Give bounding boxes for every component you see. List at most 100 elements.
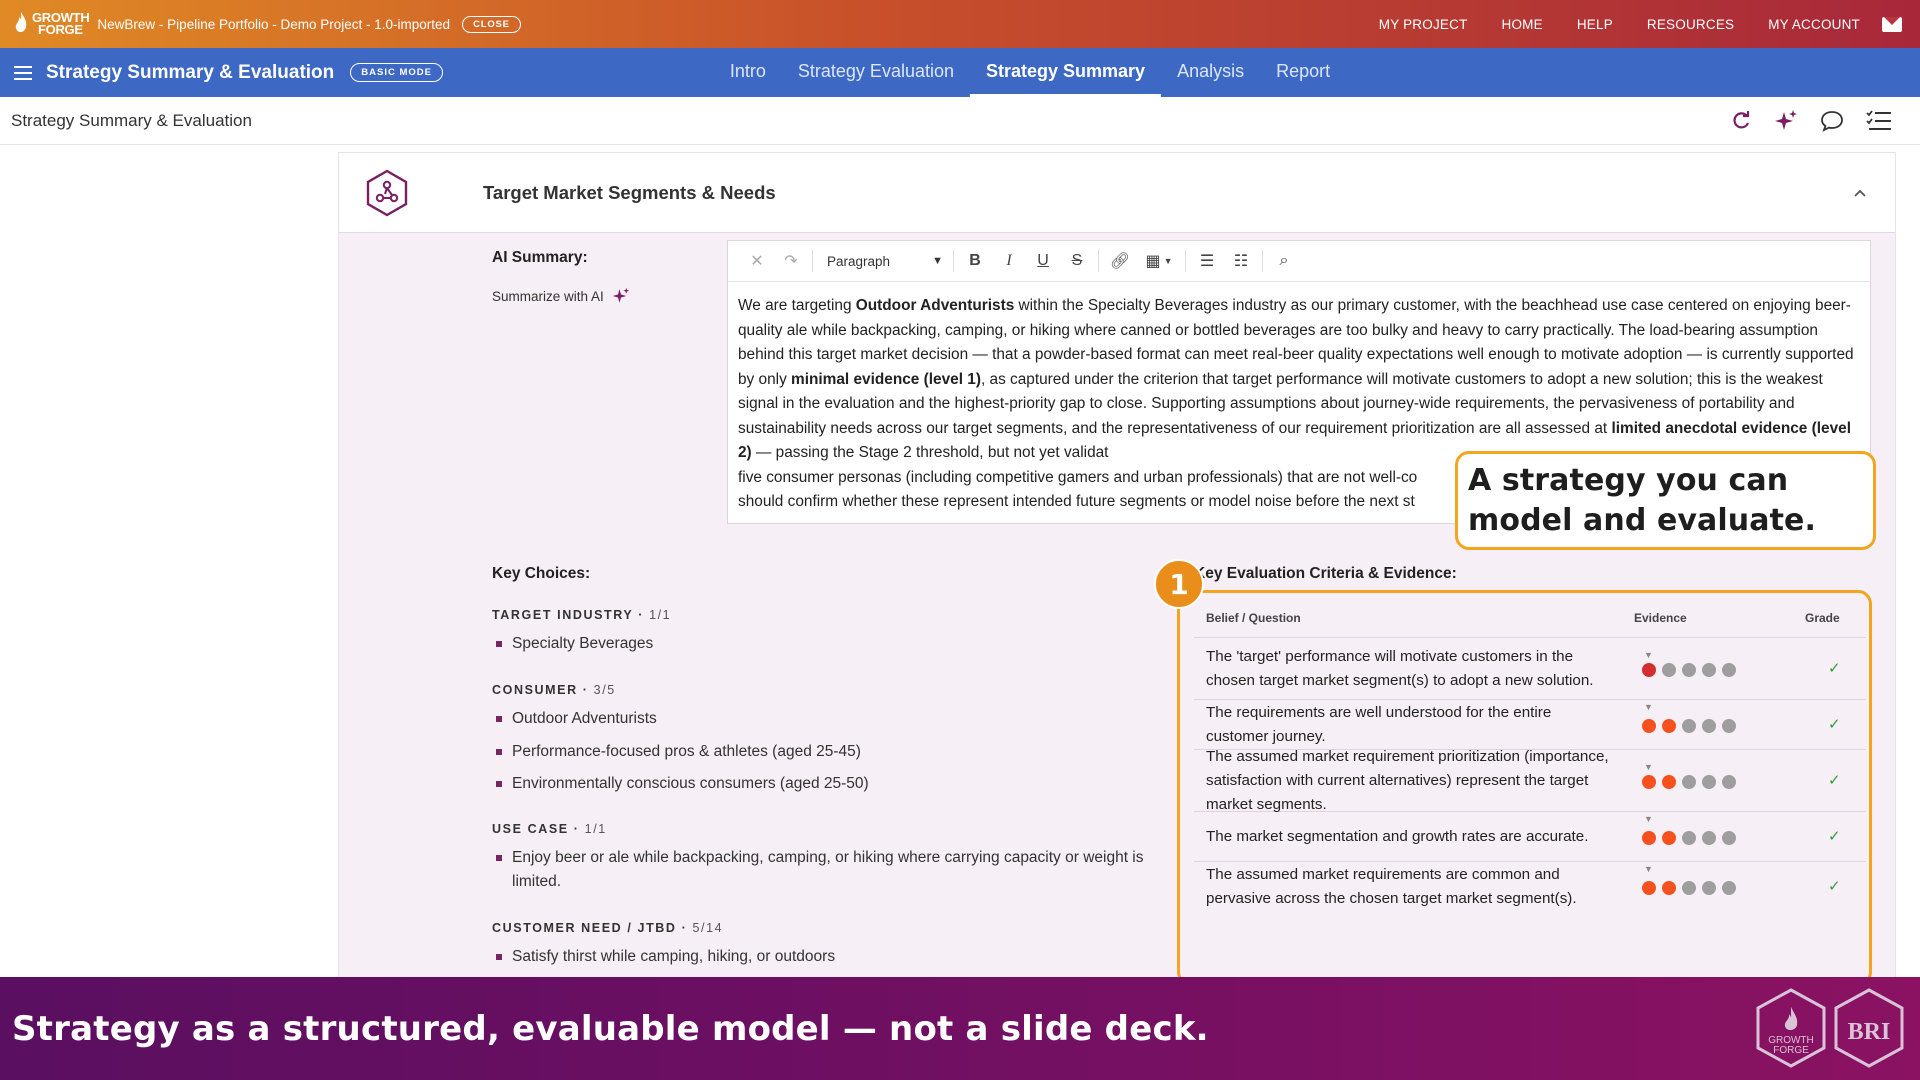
evidence-dot[interactable] — [1722, 719, 1736, 733]
summarize-with-ai-button[interactable]: Summarize with AI — [492, 287, 630, 305]
evidence-rating[interactable] — [1642, 663, 1736, 677]
segments-hex-icon — [366, 169, 408, 216]
sparkle-icon[interactable] — [1774, 109, 1798, 133]
banner-logos: GROWTH FORGE BRI — [1754, 987, 1906, 1069]
sub-header: Strategy Summary & Evaluation — [0, 97, 1920, 145]
numbered-list-icon[interactable]: ☷ — [1224, 241, 1258, 282]
evidence-dot[interactable] — [1662, 831, 1676, 845]
paragraph-select[interactable]: Paragraph ▼ — [817, 241, 949, 282]
evidence-dot[interactable] — [1722, 881, 1736, 895]
bold-icon[interactable]: B — [958, 241, 992, 282]
belief-question: The assumed market requirement prioritiz… — [1206, 747, 1609, 813]
table-row[interactable]: The market segmentation and growth rates… — [1194, 812, 1866, 862]
caret-down-icon[interactable]: ▼ — [1644, 702, 1653, 712]
evidence-dot[interactable] — [1702, 719, 1716, 733]
evidence-rating[interactable] — [1642, 881, 1736, 895]
redo-icon[interactable]: ↷ — [774, 241, 808, 282]
find-replace-icon[interactable]: ⌕ — [1267, 241, 1301, 282]
project-title: NewBrew - Pipeline Portfolio - Demo Proj… — [97, 16, 451, 32]
underline-icon[interactable]: U — [1026, 241, 1060, 282]
evidence-dot[interactable] — [1722, 831, 1736, 845]
nav-help[interactable]: HELP — [1577, 17, 1613, 32]
caret-down-icon[interactable]: ▼ — [1644, 650, 1653, 660]
chevron-up-icon[interactable] — [1853, 188, 1867, 198]
list-item-text: Enjoy beer or ale while backpacking, cam… — [512, 849, 1144, 890]
summary-text: We are targeting — [738, 297, 856, 314]
tab-intro[interactable]: Intro — [714, 48, 782, 97]
caret-down-icon[interactable]: ▼ — [1644, 814, 1653, 824]
caret-down-icon[interactable]: ▼ — [1644, 864, 1653, 874]
tab-report[interactable]: Report — [1260, 48, 1346, 97]
bottom-banner: Strategy as a structured, evaluable mode… — [0, 977, 1920, 1080]
table-row[interactable]: The 'target' performance will motivate c… — [1194, 638, 1866, 700]
menu-icon[interactable] — [14, 65, 32, 80]
evidence-dot[interactable] — [1642, 881, 1656, 895]
list-item-text: Performance-focused pros & athletes (age… — [512, 743, 861, 760]
italic-icon[interactable]: I — [992, 241, 1026, 282]
evidence-dot[interactable] — [1642, 663, 1656, 677]
evidence-rating[interactable] — [1642, 831, 1736, 845]
section-count: 5/14 — [692, 921, 724, 935]
evidence-dot[interactable] — [1722, 775, 1736, 789]
evidence-dot[interactable] — [1682, 881, 1696, 895]
header-grade: Grade — [1805, 610, 1840, 625]
table-header: Belief / Question Evidence Grade — [1194, 598, 1866, 638]
link-icon[interactable]: 🔗︎ — [1103, 241, 1137, 282]
evidence-dot[interactable] — [1662, 775, 1676, 789]
evidence-dot[interactable] — [1682, 719, 1696, 733]
growth-forge-logo[interactable]: GROWTH FORGE — [12, 0, 90, 48]
breadcrumb: Strategy Summary & Evaluation — [11, 110, 252, 130]
evidence-rating[interactable] — [1642, 775, 1736, 789]
belief-question: The market segmentation and growth rates… — [1206, 827, 1589, 845]
evidence-dot[interactable] — [1642, 719, 1656, 733]
evidence-rating[interactable] — [1642, 719, 1736, 733]
caret-down-icon[interactable]: ▼ — [1644, 762, 1653, 772]
tab-strategy-evaluation[interactable]: Strategy Evaluation — [782, 48, 970, 97]
summary-text: — passing the Stage 2 threshold, but not… — [751, 444, 1109, 461]
card-header[interactable]: Target Market Segments & Needs — [339, 153, 1895, 233]
check-icon: ✓ — [1828, 660, 1841, 677]
evidence-dot[interactable] — [1682, 831, 1696, 845]
belief-question: The requirements are well understood for… — [1206, 703, 1552, 745]
evidence-dot[interactable] — [1662, 719, 1676, 733]
evidence-dot[interactable] — [1702, 663, 1716, 677]
bri-hex-logo: BRI — [1834, 988, 1904, 1068]
check-icon: ✓ — [1828, 716, 1841, 733]
evidence-dot[interactable] — [1722, 663, 1736, 677]
mode-toggle[interactable]: BASIC MODE — [350, 63, 443, 82]
checklist-icon[interactable] — [1866, 109, 1892, 132]
evidence-dot[interactable] — [1642, 775, 1656, 789]
evidence-dot[interactable] — [1682, 775, 1696, 789]
table-row[interactable]: The assumed market requirements are comm… — [1194, 862, 1866, 912]
callout-annotation: A strategy you can model and evaluate. — [1455, 451, 1876, 550]
nav-home[interactable]: HOME — [1502, 17, 1543, 32]
strikethrough-icon[interactable]: S — [1060, 241, 1094, 282]
nav-my-project[interactable]: MY PROJECT — [1379, 17, 1468, 32]
undo-icon[interactable]: ✕ — [740, 241, 774, 282]
ai-summary-label: AI Summary: — [492, 249, 588, 266]
bullet-list-icon[interactable]: ☰ — [1190, 241, 1224, 282]
key-evaluation-title: Key Evaluation Criteria & Evidence: — [1194, 565, 1457, 582]
evidence-dot[interactable] — [1702, 775, 1716, 789]
tab-strategy-summary[interactable]: Strategy Summary — [969, 48, 1162, 97]
table-row[interactable]: The requirements are well understood for… — [1194, 700, 1866, 750]
table-icon[interactable]: ▦ ▼ — [1137, 241, 1181, 282]
comment-icon[interactable] — [1820, 110, 1844, 132]
content-area: Target Market Segments & Needs AI Summar… — [0, 145, 1920, 977]
close-project-button[interactable]: CLOSE — [462, 15, 521, 33]
refresh-icon[interactable] — [1730, 110, 1752, 132]
tab-analysis[interactable]: Analysis — [1161, 48, 1260, 97]
nav-my-account[interactable]: MY ACCOUNT — [1768, 17, 1860, 32]
evidence-dot[interactable] — [1682, 663, 1696, 677]
evidence-dot[interactable] — [1662, 663, 1676, 677]
nav-resources[interactable]: RESOURCES — [1647, 17, 1734, 32]
evidence-dot[interactable] — [1642, 831, 1656, 845]
evidence-dot[interactable] — [1702, 831, 1716, 845]
evidence-dot[interactable] — [1702, 881, 1716, 895]
section-customer-need: CUSTOMER NEED / JTBD · 5/14 — [492, 921, 724, 935]
mail-icon[interactable] — [1882, 16, 1902, 32]
table-row[interactable]: The assumed market requirement prioritiz… — [1194, 748, 1866, 813]
list-item: Performance-focused pros & athletes (age… — [496, 740, 861, 764]
header-belief: Belief / Question — [1206, 610, 1301, 625]
evidence-dot[interactable] — [1662, 881, 1676, 895]
